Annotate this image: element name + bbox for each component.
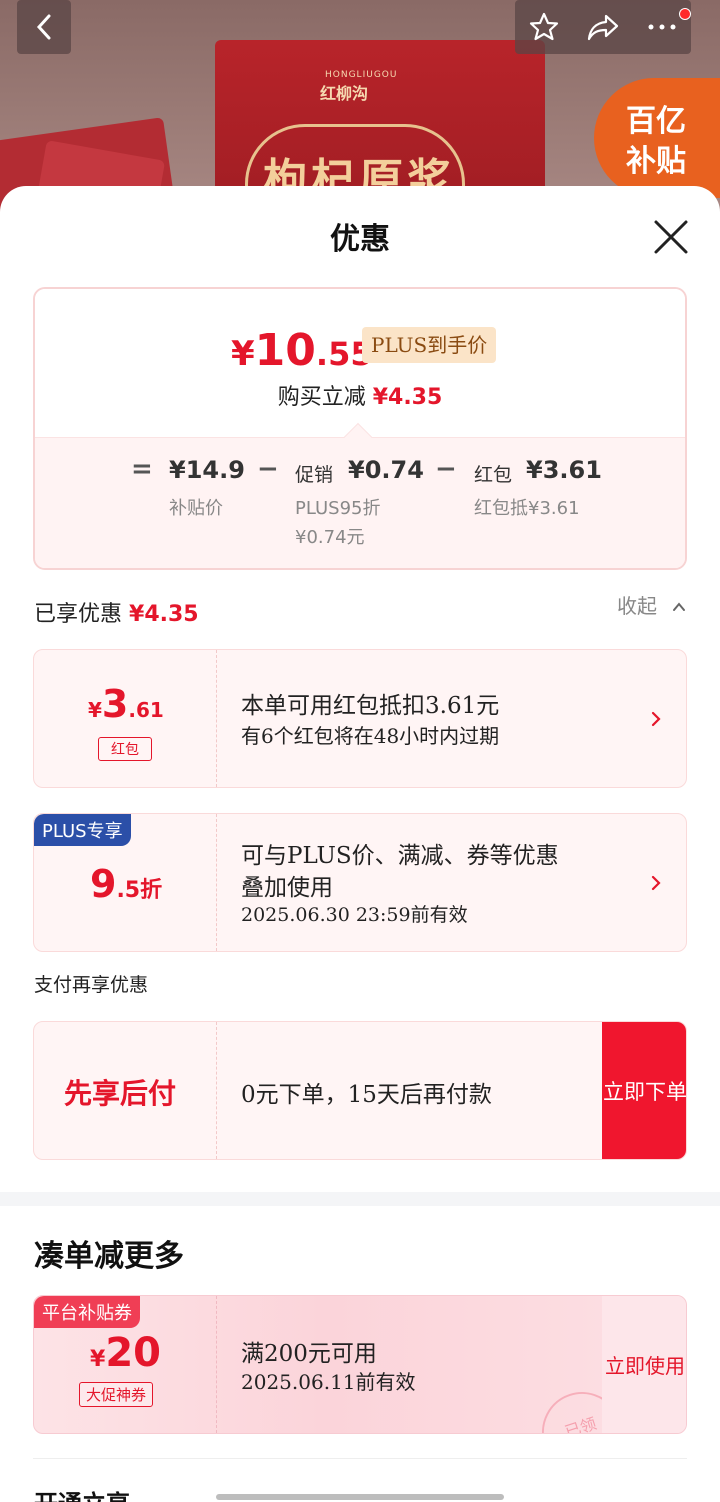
notification-dot [679,8,691,20]
use-now-button[interactable]: 立即使用 [602,1296,686,1433]
star-icon [530,12,559,41]
chevron-right-icon [651,875,661,891]
plus-discount-dec: .5折 [116,878,163,903]
plus-discount-amount: 9.5折 [90,862,162,906]
final-price: ¥10.55 [231,325,373,376]
instant-cut: 购买立减 ¥4.35 [35,379,685,411]
enjoyed-label: 已享优惠 [34,602,123,627]
final-price-currency: ¥ [231,334,255,374]
brand-cn: 红柳沟 [320,84,369,103]
promo-value: ¥0.74 [348,456,424,484]
platform-subsidy-coupon[interactable]: 平台补贴券 ¥20 大促神券 满200元可用 2025.06.11前有效 已领 … [33,1295,687,1434]
final-price-int: 10 [254,325,316,376]
platform-coupon-badge: 平台补贴券 [34,1296,140,1328]
subsidy-price-label: 补贴价 [169,498,223,519]
chevron-left-icon [36,14,51,40]
plus-line2: 叠加使用 [241,875,333,901]
promo-label: 促销 [295,464,334,486]
promo-sub2: ¥0.74元 [295,527,365,548]
red-packet-line1: 本单可用红包抵扣3.61元 [241,693,500,719]
subsidy-badge-line1: 百亿 [626,104,686,139]
red-packet-line2: 有6个红包将在48小时内过期 [241,724,500,748]
favorite-button[interactable] [515,0,574,54]
pay-later-desc: 0元下单，15天后再付款 [241,1082,492,1108]
brand-en: HONGLIUGOU [325,70,398,80]
pay-section-title: 支付再享优惠 [34,974,149,996]
more-section-title: 凑单减更多 [34,1239,184,1274]
platform-coupon-line2: 2025.06.11前有效 [241,1370,416,1394]
platform-coupon-currency: ¥ [90,1347,106,1372]
chevron-up-icon[interactable] [672,600,686,614]
section-divider [0,1192,720,1206]
redpacket-label: 红包 [474,464,513,486]
coupon-divider [216,814,217,951]
coupon-divider [216,1022,217,1159]
price-breakdown-card: ¥10.55 PLUS到手价 购买立减 ¥4.35 = ¥14.9 补贴价 − … [33,287,687,570]
billion-subsidy-badge: 百亿 补贴 [594,78,720,198]
minus-sign-2: − [435,454,457,484]
pay-later-card: 先享后付 0元下单，15天后再付款 立即下单 [33,1021,687,1160]
price-summary: ¥10.55 PLUS到手价 购买立减 ¥4.35 [35,289,685,437]
pay-later-name: 先享后付 [64,1077,177,1110]
red-packet-coupon[interactable]: ¥3.61 红包 本单可用红包抵扣3.61元 有6个红包将在48小时内过期 [33,649,687,788]
plus-exclusive-badge: PLUS专享 [34,814,131,846]
share-button[interactable] [574,0,633,54]
platform-coupon-amount: ¥20 [90,1330,161,1376]
redpacket-value: ¥3.61 [526,456,602,484]
plus-price-tag: PLUS到手价 [362,327,497,363]
instant-cut-label: 购买立减 [277,385,366,410]
close-button[interactable] [652,218,690,256]
more-dots-icon [648,24,676,30]
home-indicator[interactable] [216,1494,504,1500]
subsidy-badge-line2: 补贴 [626,144,686,179]
plus-line3: 2025.06.30 23:59前有效 [241,904,468,926]
divider-line [33,1458,687,1459]
collapse-toggle[interactable]: 收起 [617,590,657,619]
red-packet-tag: 红包 [98,737,152,761]
subsidy-price-value: ¥14.9 [169,456,245,484]
minus-sign-1: − [257,454,279,484]
coupon-divider [216,1296,217,1433]
order-now-button[interactable]: 立即下单 [602,1022,686,1159]
promo-sub1: PLUS95折 [295,498,381,519]
instant-cut-amount: ¥4.35 [372,385,443,410]
platform-coupon-tag: 大促神券 [79,1382,154,1407]
platform-coupon-int: 20 [105,1330,161,1376]
red-packet-int: 3 [101,682,129,726]
enjoyed-discount: 已享优惠 ¥4.35 [34,596,199,628]
sheet-title: 优惠 [330,222,390,257]
close-icon [654,220,688,254]
red-packet-currency: ¥ [88,698,102,722]
red-packet-amount: ¥3.61 [88,682,164,726]
enjoyed-amount: ¥4.35 [129,602,199,627]
back-button[interactable] [17,0,71,54]
chevron-right-icon [651,711,661,727]
red-packet-dec: .61 [128,698,164,722]
coupon-divider [216,650,217,787]
plus-discount-int: 9 [90,862,117,906]
price-formula: = ¥14.9 补贴价 − 促销 ¥0.74 PLUS95折 ¥0.74元 − … [35,437,685,568]
plus-line1: 可与PLUS价、满减、券等优惠 [241,843,559,869]
platform-coupon-line1: 满200元可用 [241,1341,377,1367]
redpacket-sub: 红包抵¥3.61 [474,498,580,519]
discount-sheet: 优惠 ¥10.55 PLUS到手价 购买立减 ¥4.35 = ¥14.9 补贴价… [0,186,720,1502]
top-action-group [515,0,691,54]
equals-sign: = [131,454,153,484]
plus-discount-coupon[interactable]: PLUS专享 9.5折 可与PLUS价、满减、券等优惠 叠加使用 2025.06… [33,813,687,952]
share-icon [587,14,619,41]
next-section-peek: 开通立享 [34,1484,130,1502]
